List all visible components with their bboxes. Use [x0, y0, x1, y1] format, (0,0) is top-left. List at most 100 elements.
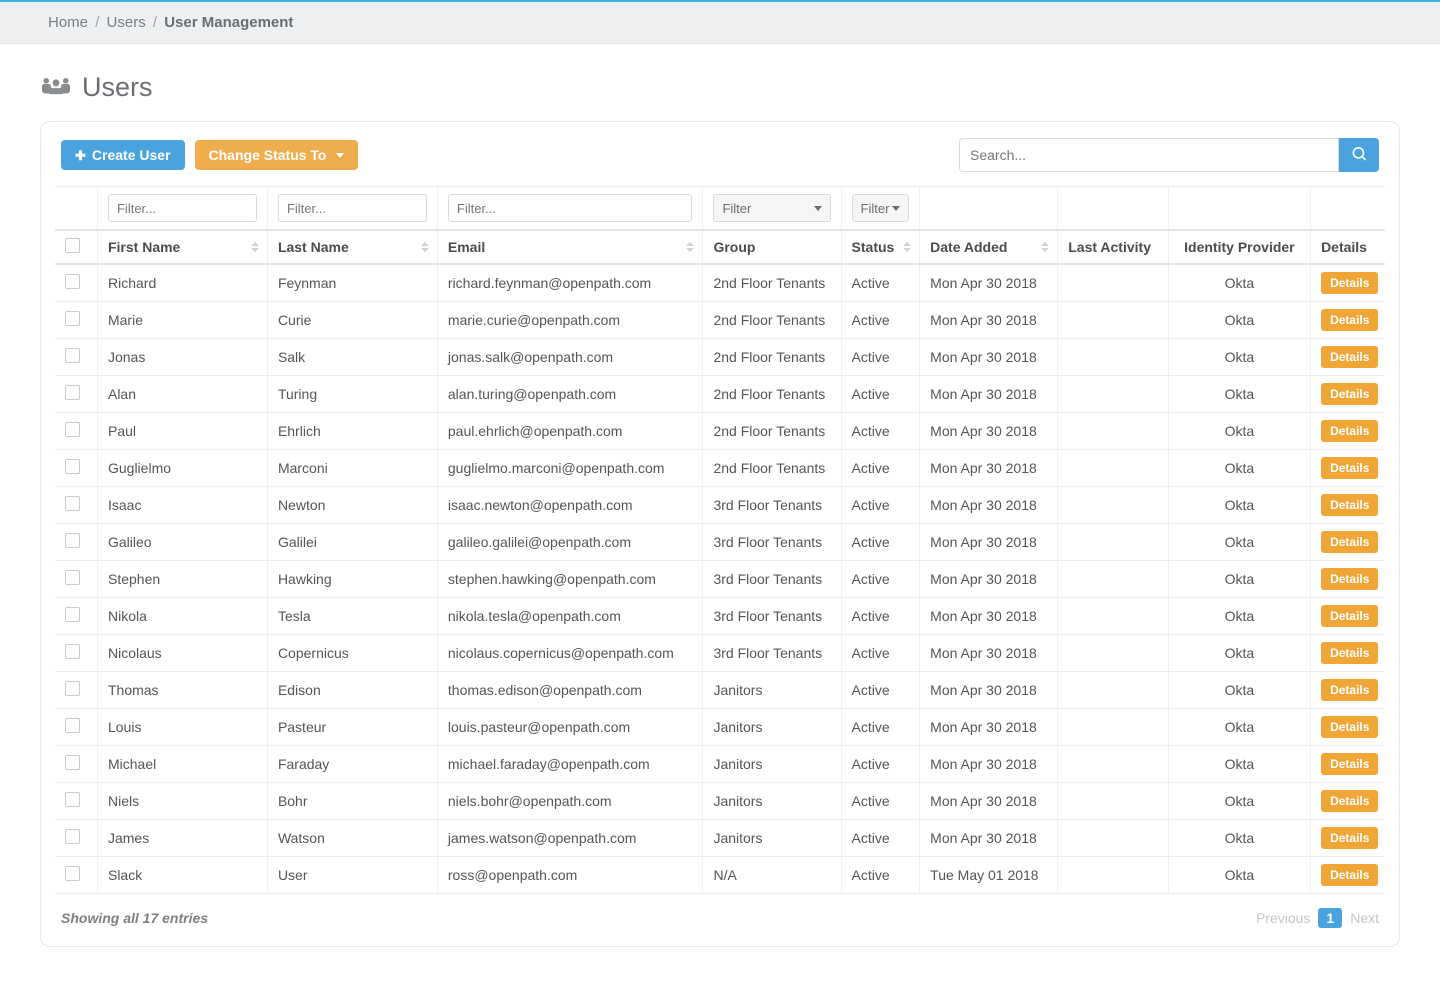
cell-identity-provider: Okta	[1168, 450, 1310, 487]
search	[959, 138, 1379, 172]
breadcrumb-home[interactable]: Home	[48, 14, 88, 31]
col-last-name[interactable]: Last Name	[267, 230, 437, 264]
row-checkbox[interactable]	[65, 644, 80, 659]
details-button[interactable]: Details	[1321, 790, 1378, 812]
caret-down-icon	[336, 153, 344, 158]
details-button[interactable]: Details	[1321, 642, 1378, 664]
breadcrumb-users[interactable]: Users	[107, 14, 146, 31]
row-checkbox[interactable]	[65, 570, 80, 585]
details-button[interactable]: Details	[1321, 605, 1378, 627]
col-status[interactable]: Status	[841, 230, 920, 264]
cell-status: Active	[841, 746, 920, 783]
cell-identity-provider: Okta	[1168, 339, 1310, 376]
cell-group: 3rd Floor Tenants	[703, 635, 841, 672]
row-checkbox[interactable]	[65, 274, 80, 289]
cell-last-name: Newton	[267, 487, 437, 524]
details-button[interactable]: Details	[1321, 864, 1378, 886]
row-checkbox[interactable]	[65, 792, 80, 807]
cell-email: paul.ehrlich@openpath.com	[437, 413, 703, 450]
cell-last-name: Bohr	[267, 783, 437, 820]
cell-identity-provider: Okta	[1168, 302, 1310, 339]
cell-last-activity	[1058, 376, 1168, 413]
col-date-added[interactable]: Date Added	[920, 230, 1058, 264]
details-button[interactable]: Details	[1321, 753, 1378, 775]
row-checkbox[interactable]	[65, 385, 80, 400]
details-button[interactable]: Details	[1321, 531, 1378, 553]
cell-date-added: Mon Apr 30 2018	[920, 672, 1058, 709]
row-checkbox[interactable]	[65, 348, 80, 363]
filter-status-dropdown[interactable]: Filter	[852, 194, 910, 222]
change-status-button[interactable]: Change Status To	[195, 140, 359, 170]
col-email[interactable]: Email	[437, 230, 703, 264]
users-card: ✚ Create User Change Status To	[40, 121, 1400, 947]
details-button[interactable]: Details	[1321, 457, 1378, 479]
pager-page-1[interactable]: 1	[1318, 908, 1342, 928]
details-button[interactable]: Details	[1321, 309, 1378, 331]
row-checkbox[interactable]	[65, 607, 80, 622]
row-checkbox[interactable]	[65, 496, 80, 511]
row-checkbox[interactable]	[65, 718, 80, 733]
cell-last-name: Copernicus	[267, 635, 437, 672]
cell-status: Active	[841, 339, 920, 376]
details-button[interactable]: Details	[1321, 679, 1378, 701]
row-checkbox[interactable]	[65, 755, 80, 770]
page-title: Users	[42, 72, 1400, 103]
pagination: Previous 1 Next	[1256, 908, 1379, 928]
plus-icon: ✚	[75, 149, 86, 162]
details-button[interactable]: Details	[1321, 420, 1378, 442]
cell-last-activity	[1058, 857, 1168, 894]
cell-identity-provider: Okta	[1168, 598, 1310, 635]
change-status-label: Change Status To	[209, 148, 327, 162]
details-button[interactable]: Details	[1321, 272, 1378, 294]
pager-previous[interactable]: Previous	[1256, 910, 1310, 926]
search-button[interactable]	[1339, 138, 1379, 172]
cell-last-name: Feynman	[267, 264, 437, 302]
cell-date-added: Mon Apr 30 2018	[920, 524, 1058, 561]
cell-last-activity	[1058, 339, 1168, 376]
row-checkbox[interactable]	[65, 829, 80, 844]
cell-first-name: Alan	[97, 376, 267, 413]
cell-email: marie.curie@openpath.com	[437, 302, 703, 339]
cell-first-name: Marie	[97, 302, 267, 339]
details-button[interactable]: Details	[1321, 716, 1378, 738]
cell-last-activity	[1058, 783, 1168, 820]
create-user-button[interactable]: ✚ Create User	[61, 140, 185, 170]
cell-status: Active	[841, 561, 920, 598]
col-first-name[interactable]: First Name	[97, 230, 267, 264]
row-checkbox[interactable]	[65, 681, 80, 696]
cell-status: Active	[841, 524, 920, 561]
cell-identity-provider: Okta	[1168, 487, 1310, 524]
filter-last-name[interactable]	[278, 194, 427, 222]
filter-group-dropdown[interactable]: Filter	[713, 194, 830, 222]
search-input[interactable]	[959, 138, 1339, 172]
cell-first-name: Slack	[97, 857, 267, 894]
row-checkbox[interactable]	[65, 422, 80, 437]
filter-first-name[interactable]	[108, 194, 257, 222]
cell-group: N/A	[703, 857, 841, 894]
cell-first-name: Thomas	[97, 672, 267, 709]
table-row: MichaelFaradaymichael.faraday@openpath.c…	[55, 746, 1385, 783]
details-button[interactable]: Details	[1321, 383, 1378, 405]
row-checkbox[interactable]	[65, 866, 80, 881]
sort-icon	[251, 242, 259, 252]
cell-status: Active	[841, 598, 920, 635]
row-checkbox[interactable]	[65, 459, 80, 474]
pager-next[interactable]: Next	[1350, 910, 1379, 926]
details-button[interactable]: Details	[1321, 346, 1378, 368]
row-checkbox[interactable]	[65, 311, 80, 326]
table-row: NikolaTeslanikola.tesla@openpath.com3rd …	[55, 598, 1385, 635]
cell-group: 2nd Floor Tenants	[703, 264, 841, 302]
cell-last-activity	[1058, 264, 1168, 302]
select-all-checkbox[interactable]	[65, 238, 80, 253]
cell-email: richard.feynman@openpath.com	[437, 264, 703, 302]
entries-summary: Showing all 17 entries	[61, 910, 208, 926]
cell-group: 2nd Floor Tenants	[703, 376, 841, 413]
details-button[interactable]: Details	[1321, 494, 1378, 516]
cell-date-added: Mon Apr 30 2018	[920, 820, 1058, 857]
filter-email[interactable]	[448, 194, 693, 222]
row-checkbox[interactable]	[65, 533, 80, 548]
details-button[interactable]: Details	[1321, 827, 1378, 849]
cell-first-name: Galileo	[97, 524, 267, 561]
cell-email: niels.bohr@openpath.com	[437, 783, 703, 820]
details-button[interactable]: Details	[1321, 568, 1378, 590]
